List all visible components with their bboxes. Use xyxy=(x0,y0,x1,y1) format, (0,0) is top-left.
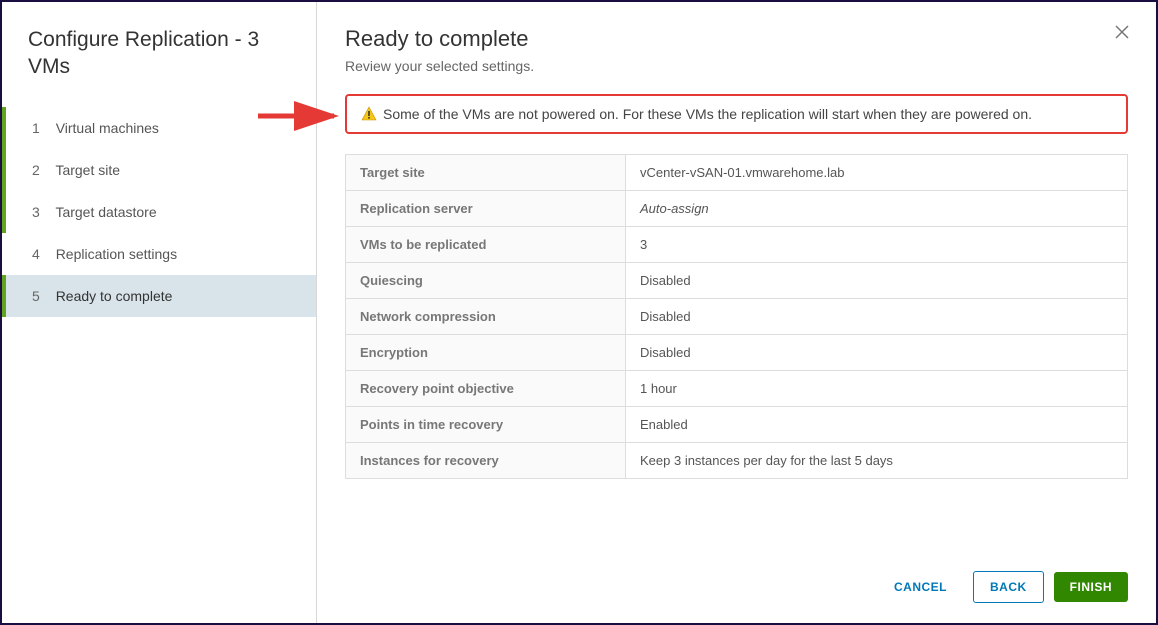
table-row: Replication serverAuto-assign xyxy=(346,191,1128,227)
setting-label: Network compression xyxy=(346,299,626,335)
setting-label: Encryption xyxy=(346,335,626,371)
close-icon xyxy=(1114,24,1130,40)
step-target-datastore[interactable]: 3 Target datastore xyxy=(2,191,316,233)
setting-value: 1 hour xyxy=(626,371,1128,407)
step-number: 4 xyxy=(32,246,40,262)
setting-value: Keep 3 instances per day for the last 5 … xyxy=(626,443,1128,479)
setting-value: Auto-assign xyxy=(626,191,1128,227)
table-row: Instances for recoveryKeep 3 instances p… xyxy=(346,443,1128,479)
setting-label: Instances for recovery xyxy=(346,443,626,479)
table-row: Points in time recoveryEnabled xyxy=(346,407,1128,443)
wizard-title: Configure Replication - 3 VMs xyxy=(2,26,316,101)
step-number: 2 xyxy=(32,162,40,178)
setting-label: Recovery point objective xyxy=(346,371,626,407)
warning-banner: Some of the VMs are not powered on. For … xyxy=(345,94,1128,134)
step-number: 1 xyxy=(32,120,40,136)
step-virtual-machines[interactable]: 1 Virtual machines xyxy=(2,107,316,149)
finish-button[interactable]: FINISH xyxy=(1054,572,1128,602)
setting-label: VMs to be replicated xyxy=(346,227,626,263)
setting-value: vCenter-vSAN-01.vmwarehome.lab xyxy=(626,155,1128,191)
setting-label: Points in time recovery xyxy=(346,407,626,443)
warning-text: Some of the VMs are not powered on. For … xyxy=(383,106,1032,122)
step-label: Target site xyxy=(55,162,120,178)
page-subtitle: Review your selected settings. xyxy=(345,58,1128,74)
step-label: Target datastore xyxy=(55,204,156,220)
close-button[interactable] xyxy=(1114,24,1130,45)
setting-value: Disabled xyxy=(626,263,1128,299)
table-row: EncryptionDisabled xyxy=(346,335,1128,371)
step-label: Replication settings xyxy=(56,246,177,262)
settings-rows: Target sitevCenter-vSAN-01.vmwarehome.la… xyxy=(346,155,1128,479)
setting-label: Replication server xyxy=(346,191,626,227)
table-row: QuiescingDisabled xyxy=(346,263,1128,299)
wizard-steps: 1 Virtual machines 2 Target site 3 Targe… xyxy=(2,107,316,317)
table-row: Recovery point objective1 hour xyxy=(346,371,1128,407)
setting-value: Disabled xyxy=(626,335,1128,371)
table-row: Network compressionDisabled xyxy=(346,299,1128,335)
setting-value: Enabled xyxy=(626,407,1128,443)
warning-icon xyxy=(361,106,377,122)
cancel-button[interactable]: CANCEL xyxy=(878,572,963,602)
step-target-site[interactable]: 2 Target site xyxy=(2,149,316,191)
main-content: Ready to complete Review your selected s… xyxy=(317,2,1156,623)
step-label: Ready to complete xyxy=(56,288,173,304)
step-label: Virtual machines xyxy=(56,120,159,136)
wizard-sidebar: Configure Replication - 3 VMs 1 Virtual … xyxy=(2,2,317,623)
step-replication-settings[interactable]: 4 Replication settings xyxy=(2,233,316,275)
step-number: 5 xyxy=(32,288,40,304)
back-button[interactable]: BACK xyxy=(973,571,1044,603)
step-number: 3 xyxy=(32,204,40,220)
settings-summary-table: Target sitevCenter-vSAN-01.vmwarehome.la… xyxy=(345,154,1128,479)
setting-value: 3 xyxy=(626,227,1128,263)
page-title: Ready to complete xyxy=(345,26,1128,52)
table-row: Target sitevCenter-vSAN-01.vmwarehome.la… xyxy=(346,155,1128,191)
setting-value: Disabled xyxy=(626,299,1128,335)
table-row: VMs to be replicated3 xyxy=(346,227,1128,263)
step-ready-to-complete[interactable]: 5 Ready to complete xyxy=(2,275,316,317)
setting-label: Quiescing xyxy=(346,263,626,299)
setting-label: Target site xyxy=(346,155,626,191)
wizard-footer: CANCEL BACK FINISH xyxy=(345,551,1128,603)
